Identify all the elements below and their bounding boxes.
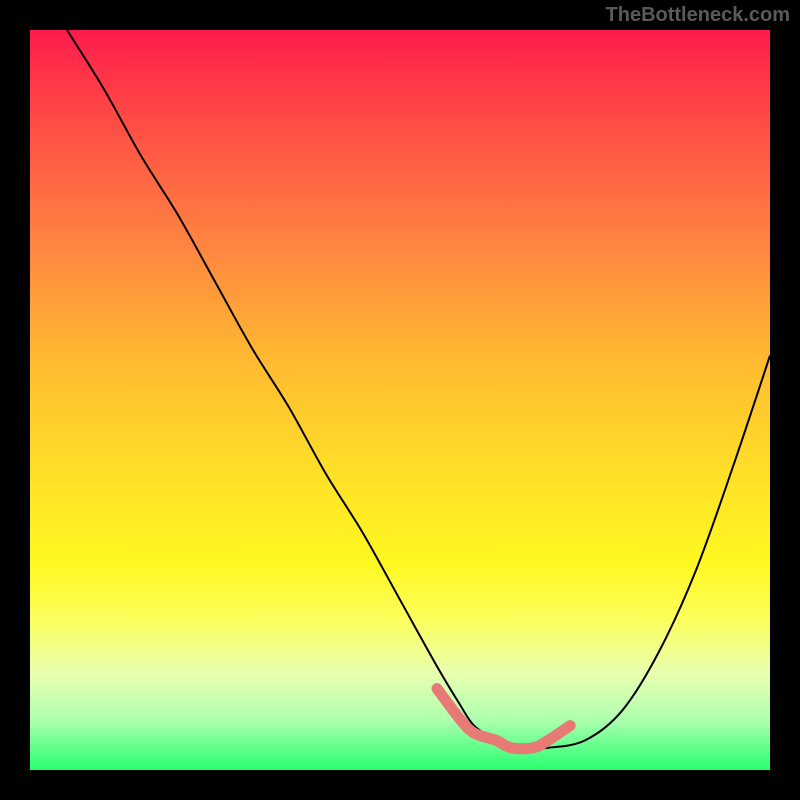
plot-area: [30, 30, 770, 770]
watermark-text: TheBottleneck.com: [606, 4, 790, 27]
chart-svg: [30, 30, 770, 770]
bottleneck-curve-path: [67, 30, 770, 748]
highlight-band-path: [437, 689, 570, 749]
